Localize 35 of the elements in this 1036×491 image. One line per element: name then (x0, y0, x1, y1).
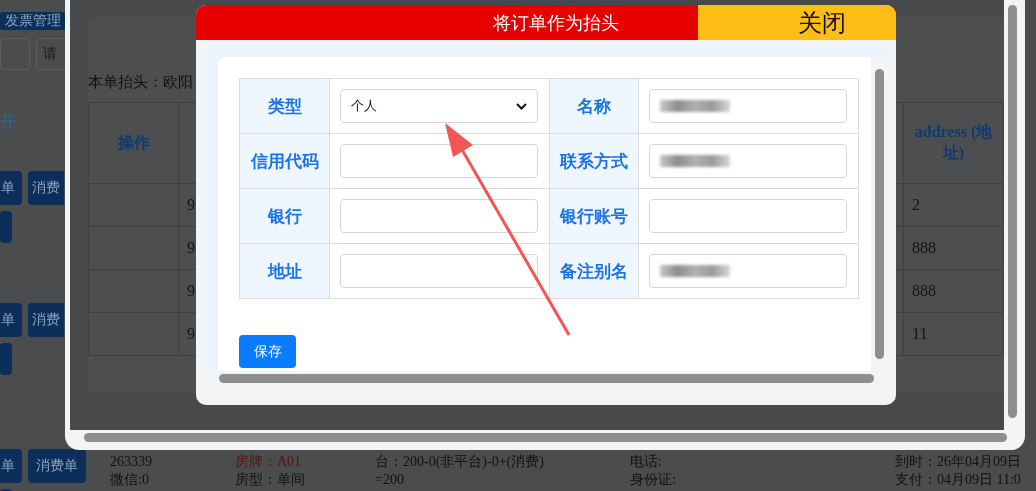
field-label: 信用代码 (240, 134, 330, 189)
info-text: 房牌：A01 (235, 453, 303, 471)
action-button[interactable]: 单 (0, 303, 22, 337)
action-button[interactable]: 消费单 (28, 449, 86, 483)
blurred-value (660, 155, 730, 167)
chevron-down-icon (516, 102, 527, 110)
info-text: 身份证: (630, 471, 677, 489)
blurred-value (660, 265, 730, 277)
blurred-value (660, 100, 730, 112)
info-text: 电话: (630, 453, 663, 471)
close-button[interactable]: 关闭 (698, 5, 896, 40)
action-button[interactable]: 单 (0, 171, 22, 205)
action-button[interactable] (0, 211, 12, 243)
invoice-button[interactable]: 发票管理 (0, 12, 67, 30)
info-text: =200 (375, 471, 405, 489)
field-label: 名称 (550, 79, 639, 134)
action-button[interactable]: 消费 (28, 171, 64, 205)
field-label: 类型 (240, 79, 330, 134)
field-label: 联系方式 (550, 134, 639, 189)
column-header: 操作 (89, 103, 179, 184)
field-label: 备注别名 (550, 244, 639, 299)
select-field[interactable]: 个人 (340, 89, 538, 123)
dialog-title: 将订单作为抬头 (196, 5, 698, 40)
action-button[interactable]: 单 (0, 449, 22, 483)
info-text: 微信:0 (110, 471, 150, 489)
info-text: 房型：单间 (235, 471, 306, 489)
info-text: 263339 (110, 453, 153, 471)
action-button[interactable] (0, 343, 12, 375)
column-header: 开 (0, 112, 17, 132)
save-button[interactable]: 保存 (239, 335, 296, 368)
field-label: 银行账号 (550, 189, 639, 244)
header-label: 本单抬头：欧阳 (88, 73, 193, 92)
field-label: 地址 (240, 244, 330, 299)
action-button[interactable]: 消费 (28, 303, 64, 337)
field-label: 银行 (240, 189, 330, 244)
